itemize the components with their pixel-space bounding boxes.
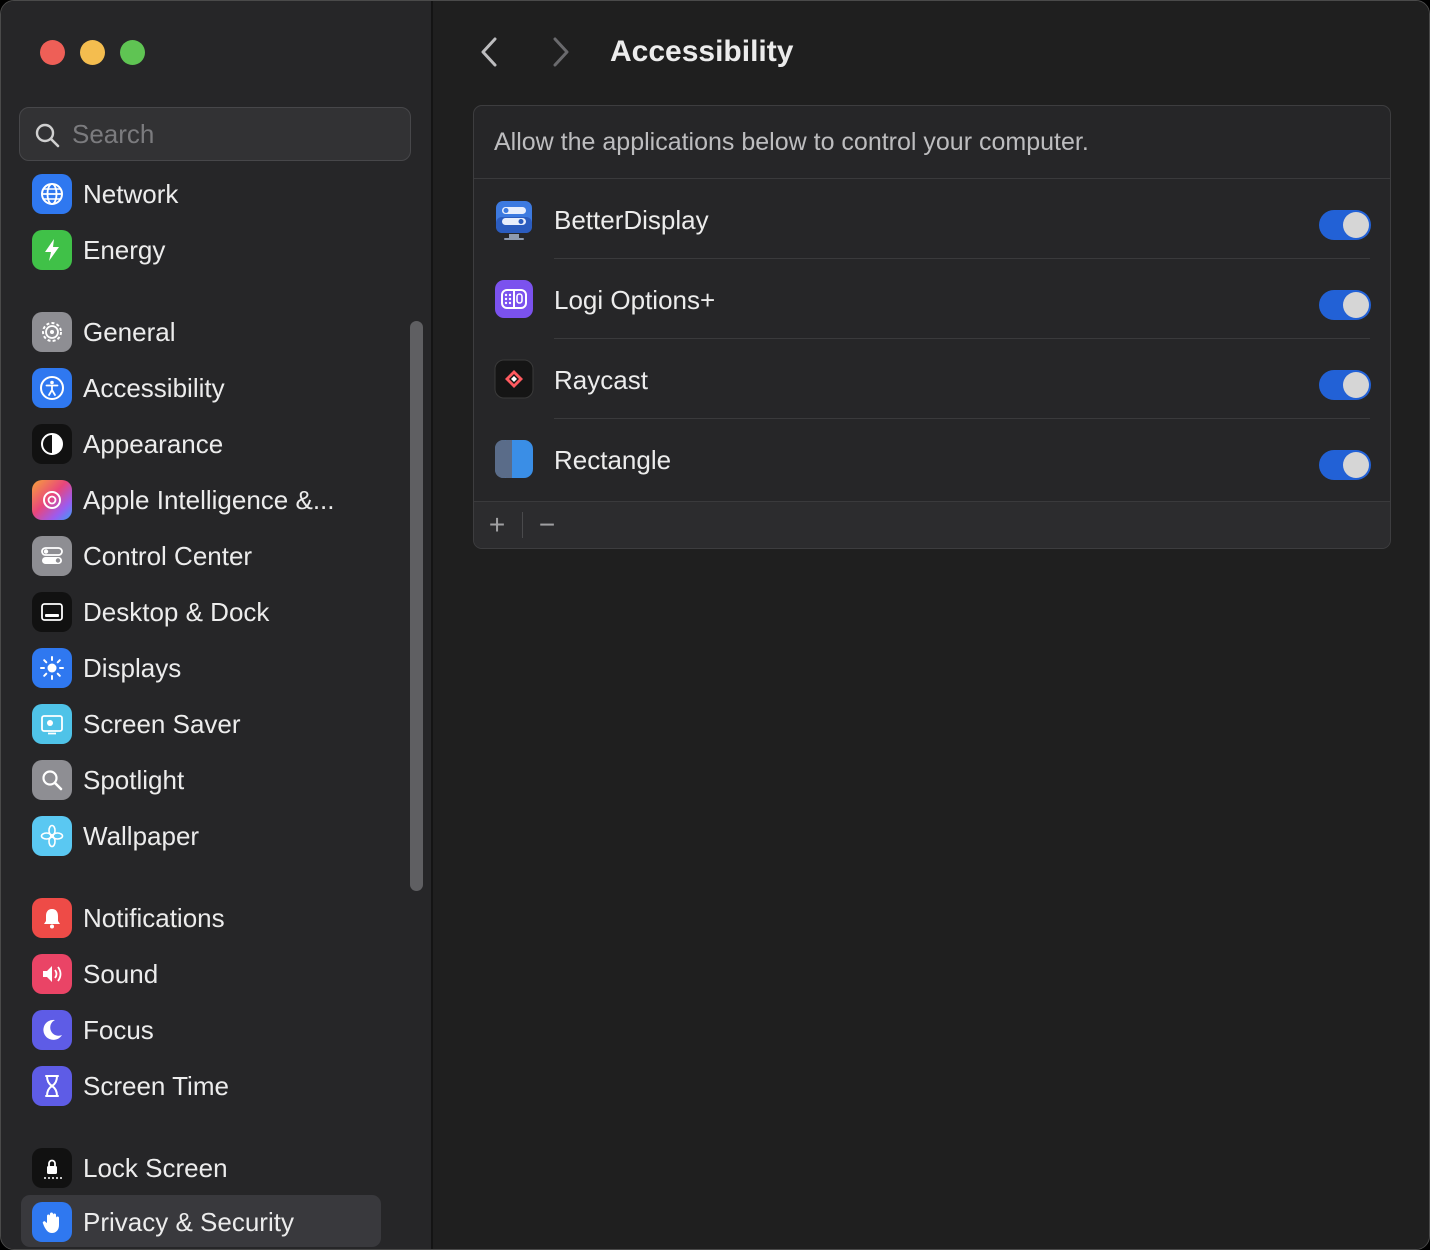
sidebar-item-notifications[interactable]: Notifications [21, 891, 381, 943]
sidebar-item-label: Screen Saver [83, 709, 241, 739]
bolt-icon [32, 230, 72, 270]
sidebar-item-apple-intelligence[interactable]: Apple Intelligence &... [21, 473, 381, 525]
sidebar-item-label: Privacy & Security [83, 1207, 294, 1237]
logi-options-toggle[interactable] [1319, 290, 1371, 320]
app-name: Rectangle [554, 445, 672, 475]
logi-options-icon [494, 279, 534, 321]
app-row-logi-options[interactable]: Logi Options+ [474, 259, 1390, 339]
sidebar-item-energy[interactable]: Energy [21, 223, 381, 275]
sidebar-item-label: Control Center [83, 541, 253, 571]
panel-header: Allow the applications below to control … [474, 106, 1390, 179]
sidebar-item-label: Spotlight [83, 765, 185, 795]
forward-button[interactable] [541, 31, 581, 73]
sidebar-item-label: Screen Time [83, 1071, 229, 1101]
sidebar-item-displays[interactable]: Displays [21, 641, 381, 693]
sidebar-item-sound[interactable]: Sound [21, 947, 381, 999]
sidebar-item-label: Wallpaper [83, 821, 200, 851]
search-icon [35, 123, 60, 148]
appearance-icon [32, 424, 72, 464]
moon-icon [32, 1010, 72, 1050]
sidebar-item-label: Desktop & Dock [83, 597, 270, 627]
apple-intelligence-icon [32, 480, 72, 520]
sidebar-item-wallpaper[interactable]: Wallpaper [21, 809, 381, 861]
hourglass-icon [32, 1066, 72, 1106]
sidebar-item-label: Focus [83, 1015, 154, 1045]
app-name: BetterDisplay [554, 205, 709, 235]
sidebar-item-label: Accessibility [83, 373, 225, 403]
flower-icon [32, 816, 72, 856]
sidebar-scrollbar[interactable] [410, 321, 423, 891]
toggle-knob [1343, 212, 1369, 238]
accessibility-apps-panel: Allow the applications below to control … [473, 105, 1391, 549]
accessibility-icon [32, 368, 72, 408]
chevron-right-icon [553, 37, 569, 67]
sidebar-item-label: Notifications [83, 903, 225, 933]
sidebar-item-privacy-security[interactable]: Privacy & Security [21, 1195, 381, 1247]
sidebar-item-label: Energy [83, 235, 166, 265]
sidebar-item-label: Apple Intelligence &... [83, 485, 335, 515]
sidebar-item-label: Displays [83, 653, 182, 683]
toggle-knob [1343, 292, 1369, 318]
chevron-left-icon [481, 37, 497, 67]
app-row-raycast[interactable]: Raycast [474, 339, 1390, 419]
sidebar-item-control-center[interactable]: Control Center [21, 529, 381, 581]
search-field[interactable] [19, 107, 411, 161]
close-button[interactable] [40, 40, 65, 65]
hand-icon [32, 1202, 72, 1242]
sidebar-item-appearance[interactable]: Appearance [21, 417, 381, 469]
remove-app-button[interactable]: − [524, 502, 570, 548]
app-row-rectangle[interactable]: Rectangle [474, 419, 1390, 499]
screen-saver-icon [32, 704, 72, 744]
minimize-button[interactable] [80, 40, 105, 65]
sidebar-item-label: General [83, 317, 176, 347]
sidebar-item-label: Sound [83, 959, 159, 989]
system-settings-window: Network Energy General Accessibility App… [0, 0, 1430, 1250]
sidebar-item-lock-screen[interactable]: Lock Screen [21, 1141, 381, 1193]
sidebar-list: Network Energy General Accessibility App… [1, 165, 401, 1249]
dock-icon [32, 592, 72, 632]
app-name: Logi Options+ [554, 285, 716, 315]
main-pane: Accessibility Allow the applications bel… [433, 1, 1429, 1249]
sun-icon [32, 648, 72, 688]
panel-footer: + − [474, 501, 1390, 548]
app-name: Raycast [554, 365, 648, 395]
app-row-betterdisplay[interactable]: BetterDisplay [474, 179, 1390, 259]
add-app-button[interactable]: + [474, 502, 520, 548]
control-center-icon [32, 536, 72, 576]
sidebar-item-general[interactable]: General [21, 305, 381, 357]
toggle-knob [1343, 452, 1369, 478]
panel-description: Allow the applications below to control … [494, 128, 1089, 156]
gear-icon [32, 312, 72, 352]
raycast-toggle[interactable] [1319, 370, 1371, 400]
raycast-icon [494, 359, 534, 401]
sidebar-item-screen-saver[interactable]: Screen Saver [21, 697, 381, 749]
toggle-knob [1343, 372, 1369, 398]
betterdisplay-icon [494, 199, 534, 241]
sidebar-item-accessibility[interactable]: Accessibility [21, 361, 381, 413]
footer-divider [522, 512, 523, 538]
sidebar-item-desktop-dock[interactable]: Desktop & Dock [21, 585, 381, 637]
sidebar-item-spotlight[interactable]: Spotlight [21, 753, 381, 805]
sidebar-item-label: Lock Screen [83, 1153, 228, 1183]
sidebar-item-network[interactable]: Network [21, 167, 381, 219]
page-title: Accessibility [610, 35, 794, 68]
bell-icon [32, 898, 72, 938]
rectangle-icon [494, 439, 534, 481]
speaker-icon [32, 954, 72, 994]
back-button[interactable] [469, 31, 509, 73]
sidebar-item-focus[interactable]: Focus [21, 1003, 381, 1055]
sidebar-item-label: Network [83, 179, 179, 209]
rectangle-toggle[interactable] [1319, 450, 1371, 480]
sidebar: Network Energy General Accessibility App… [1, 1, 433, 1249]
zoom-button[interactable] [120, 40, 145, 65]
sidebar-item-screen-time[interactable]: Screen Time [21, 1059, 381, 1111]
search-input[interactable] [72, 108, 392, 160]
lock-icon [32, 1148, 72, 1188]
sidebar-item-label: Appearance [83, 429, 224, 459]
magnifier-icon [32, 760, 72, 800]
globe-icon [32, 174, 72, 214]
betterdisplay-toggle[interactable] [1319, 210, 1371, 240]
